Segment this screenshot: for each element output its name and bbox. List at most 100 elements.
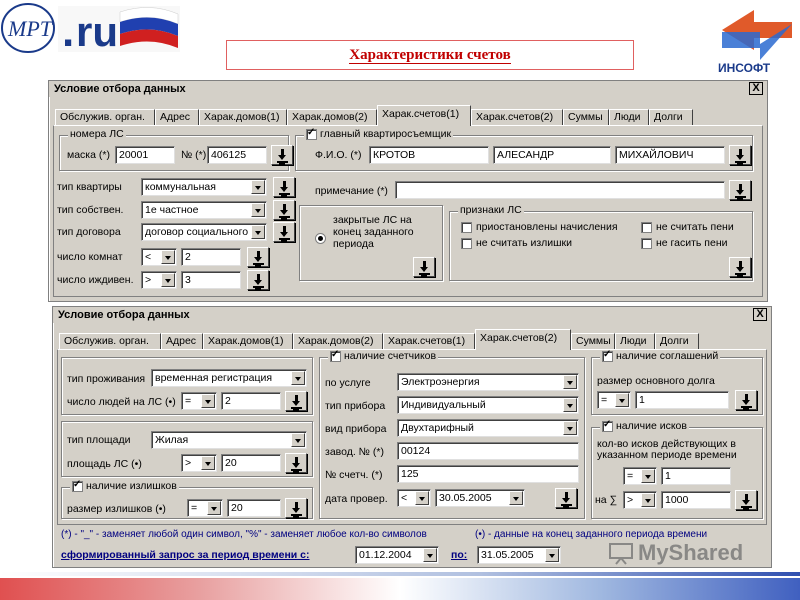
device-type-select[interactable]: Индивидуальный (397, 396, 579, 414)
chevron-down-icon[interactable] (207, 501, 221, 515)
chevron-down-icon[interactable] (563, 375, 577, 389)
contract-type-select[interactable]: договор социального (141, 223, 267, 241)
chevron-down-icon[interactable] (161, 250, 175, 264)
lawsuits-checkbox[interactable] (602, 419, 613, 432)
no-penalty-checkbox[interactable] (641, 221, 652, 233)
chevron-down-icon[interactable] (563, 398, 577, 412)
download-icon[interactable] (735, 390, 757, 410)
tab-sums[interactable]: Суммы (563, 109, 609, 125)
no-surplus-checkbox[interactable] (461, 237, 472, 249)
download-icon[interactable] (729, 180, 751, 200)
download-icon[interactable] (247, 270, 269, 290)
chevron-down-icon[interactable] (201, 394, 215, 408)
people-operator-select[interactable]: = (181, 392, 217, 410)
chevron-down-icon[interactable] (615, 393, 629, 407)
suspended-charges-checkbox[interactable] (461, 221, 472, 233)
download-icon[interactable] (273, 177, 295, 197)
download-icon[interactable] (273, 200, 295, 220)
date-from-select[interactable]: 01.12.2004 (355, 546, 439, 564)
tab-service-org[interactable]: Обслужив. орган. (55, 109, 155, 125)
lawsuit-count-operator-select[interactable]: = (623, 467, 657, 485)
tab-accounts-2[interactable]: Харак.счетов(2) (471, 109, 563, 125)
tab-address[interactable]: Адрес (155, 109, 199, 125)
owner-type-select[interactable]: 1е частное (141, 201, 267, 219)
download-icon[interactable] (729, 257, 751, 277)
meter-number-input[interactable]: 125 (397, 465, 579, 483)
tab-houses-2[interactable]: Харак.домов(2) (293, 333, 383, 349)
tab-houses-2[interactable]: Харак.домов(2) (287, 109, 377, 125)
close-button[interactable]: X (749, 82, 763, 95)
residence-select[interactable]: временная регистрация (151, 369, 307, 387)
date-to-select[interactable]: 31.05.2005 (477, 546, 561, 564)
check-date-operator-select[interactable]: < (397, 489, 431, 507)
surplus-input[interactable]: 20 (227, 499, 281, 517)
download-icon[interactable] (285, 453, 307, 473)
area-operator-select[interactable]: > (181, 454, 217, 472)
closed-ls-radio[interactable] (315, 233, 326, 244)
chevron-down-icon[interactable] (251, 225, 265, 239)
device-kind-select[interactable]: Двухтарифный (397, 419, 579, 437)
download-icon[interactable] (729, 145, 751, 165)
lawsuit-sum-operator-select[interactable]: > (623, 491, 657, 509)
first-name-input[interactable]: АЛЕСАНДР (493, 146, 611, 164)
dependents-operator-select[interactable]: > (141, 271, 177, 289)
chevron-down-icon[interactable] (201, 456, 215, 470)
suspended-charges-option[interactable]: приостановлены начисления (461, 221, 618, 233)
last-name-input[interactable]: КРОТОВ (369, 146, 489, 164)
tab-houses-1[interactable]: Харак.домов(1) (199, 109, 287, 125)
tab-accounts-2[interactable]: Харак.счетов(2) (475, 329, 571, 350)
download-icon[interactable] (735, 490, 757, 510)
service-select[interactable]: Электроэнергия (397, 373, 579, 391)
no-surplus-option[interactable]: не считать излишки (461, 237, 572, 249)
chevron-down-icon[interactable] (641, 469, 655, 483)
download-icon[interactable] (273, 222, 295, 242)
chevron-down-icon[interactable] (251, 203, 265, 217)
mask-input[interactable]: 20001 (115, 146, 175, 164)
note-input[interactable] (395, 181, 725, 199)
download-icon[interactable] (247, 247, 269, 267)
close-button[interactable]: X (753, 308, 767, 321)
factory-number-input[interactable]: 00124 (397, 442, 579, 460)
check-date-select[interactable]: 30.05.2005 (435, 489, 525, 507)
no-repay-penalty-option[interactable]: не гасить пени (641, 237, 728, 249)
tab-debts[interactable]: Долги (649, 109, 693, 125)
debt-operator-select[interactable]: = (597, 391, 631, 409)
surplus-checkbox[interactable] (72, 479, 83, 492)
chevron-down-icon[interactable] (563, 421, 577, 435)
tab-debts[interactable]: Долги (655, 333, 699, 349)
chevron-down-icon[interactable] (291, 371, 305, 385)
download-icon[interactable] (285, 391, 307, 411)
download-icon[interactable] (555, 488, 577, 508)
tab-sums[interactable]: Суммы (571, 333, 615, 349)
tab-houses-1[interactable]: Харак.домов(1) (203, 333, 293, 349)
download-icon[interactable] (285, 498, 307, 518)
no-penalty-option[interactable]: не считать пени (641, 221, 734, 233)
rooms-input[interactable]: 2 (181, 248, 241, 266)
dependents-input[interactable]: 3 (181, 271, 241, 289)
chevron-down-icon[interactable] (251, 180, 265, 194)
tab-people[interactable]: Люди (609, 109, 649, 125)
agreements-checkbox[interactable] (602, 349, 613, 362)
area-input[interactable]: 20 (221, 454, 281, 472)
people-input[interactable]: 2 (221, 392, 281, 410)
tab-accounts-1[interactable]: Харак.счетов(1) (377, 105, 471, 126)
chevron-down-icon[interactable] (423, 548, 437, 562)
chevron-down-icon[interactable] (509, 491, 523, 505)
patronymic-input[interactable]: МИХАЙЛОВИЧ (615, 146, 725, 164)
download-icon[interactable] (271, 145, 293, 165)
apt-type-select[interactable]: коммунальная (141, 178, 267, 196)
debt-input[interactable]: 1 (635, 391, 729, 409)
tab-address[interactable]: Адрес (161, 333, 203, 349)
chevron-down-icon[interactable] (291, 433, 305, 447)
chevron-down-icon[interactable] (545, 548, 559, 562)
chevron-down-icon[interactable] (641, 493, 655, 507)
no-repay-penalty-checkbox[interactable] (641, 237, 652, 249)
tab-accounts-1[interactable]: Харак.счетов(1) (383, 333, 475, 349)
rooms-operator-select[interactable]: < (141, 248, 177, 266)
tab-people[interactable]: Люди (615, 333, 655, 349)
chevron-down-icon[interactable] (161, 273, 175, 287)
chevron-down-icon[interactable] (415, 491, 429, 505)
tab-service-org[interactable]: Обслужив. орган. (59, 333, 161, 349)
area-type-select[interactable]: Жилая (151, 431, 307, 449)
meters-checkbox[interactable] (330, 349, 341, 362)
